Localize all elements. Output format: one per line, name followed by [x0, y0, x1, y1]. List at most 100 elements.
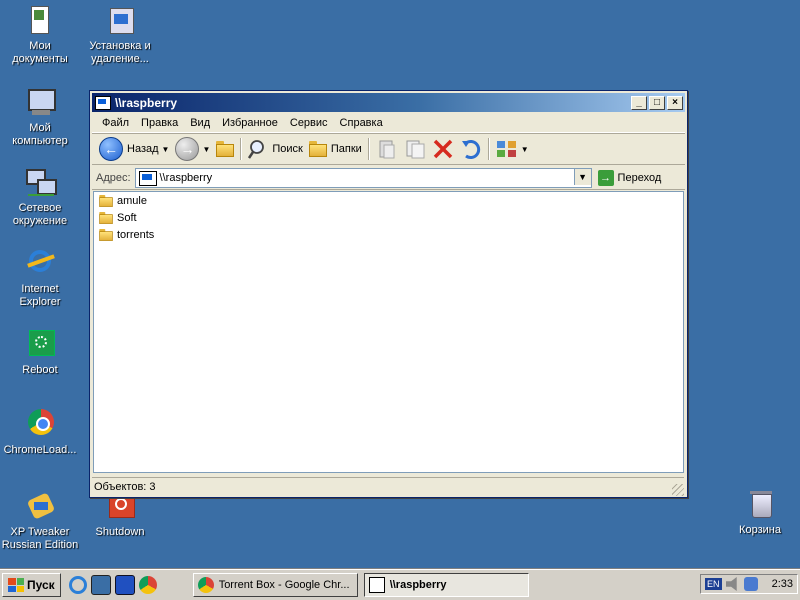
- list-item[interactable]: amule: [94, 192, 683, 209]
- minimize-button[interactable]: _: [631, 95, 647, 110]
- shared-folder-icon: [99, 194, 113, 207]
- up-folder-button[interactable]: [213, 136, 237, 162]
- move-to-button[interactable]: [373, 136, 401, 162]
- menu-bar: Файл Правка Вид Избранное Сервис Справка: [92, 114, 685, 133]
- menu-help[interactable]: Справка: [334, 117, 389, 129]
- folders-button[interactable]: Папки: [306, 136, 365, 162]
- status-bar: Объектов: 3: [92, 477, 684, 496]
- explorer-window: \\raspberry _ □ × Файл Правка Вид Избран…: [89, 90, 688, 498]
- address-bar: Адрес: \\raspberry ▼ → Переход: [92, 167, 685, 190]
- toolbar: ← Назад ▼ → ▼ Поиск Папки ▼: [92, 133, 685, 165]
- undo-button[interactable]: [457, 136, 485, 162]
- add-remove-programs-icon: [104, 4, 136, 36]
- file-list[interactable]: amule Soft torrents: [93, 191, 684, 473]
- network-places-icon: [24, 166, 57, 198]
- desktop-icon-label: Мой компьютер: [12, 122, 68, 147]
- taskbar-task-chrome[interactable]: Torrent Box - Google Chr...: [192, 573, 358, 597]
- delete-icon: [433, 139, 453, 159]
- start-button[interactable]: Пуск: [2, 573, 61, 597]
- window-title: \\raspberry: [115, 95, 178, 110]
- back-button[interactable]: ← Назад ▼: [96, 136, 172, 162]
- xp-tweaker-icon: [24, 490, 56, 522]
- desktop-icon-recycle-bin[interactable]: Корзина: [720, 488, 800, 537]
- views-button[interactable]: ▼: [493, 136, 532, 162]
- go-label: Переход: [617, 172, 662, 184]
- security-shield-icon[interactable]: [743, 577, 758, 591]
- maximize-button[interactable]: □: [649, 95, 665, 110]
- menu-favorites[interactable]: Избранное: [216, 117, 284, 129]
- clock[interactable]: 2:33: [772, 578, 793, 590]
- forward-button[interactable]: → ▼: [172, 136, 213, 162]
- file-name: amule: [117, 194, 147, 207]
- window-titlebar[interactable]: \\raspberry _ □ ×: [92, 93, 685, 112]
- task-label: \\raspberry: [389, 579, 447, 591]
- network-computer-icon: [368, 577, 385, 593]
- menu-edit[interactable]: Правка: [135, 117, 184, 129]
- address-label: Адрес:: [96, 172, 131, 184]
- file-manager-icon[interactable]: [114, 575, 135, 595]
- desktop-icon-label: XP Tweaker Russian Edition: [1, 526, 79, 551]
- back-label: Назад: [127, 143, 159, 155]
- desktop-icon-my-computer[interactable]: Мой компьютер: [0, 86, 80, 148]
- desktop: { "desktop": { "icons": [ {"label": "Мои…: [0, 0, 800, 600]
- go-button[interactable]: → Переход: [597, 170, 662, 186]
- volume-icon[interactable]: [725, 577, 737, 591]
- file-name: Soft: [117, 211, 137, 224]
- desktop-icon-label: Internet Explorer: [19, 283, 61, 308]
- chevron-down-icon[interactable]: ▼: [521, 145, 529, 154]
- desktop-icon-chrome[interactable]: ChromeLoad...: [0, 408, 80, 457]
- chevron-down-icon[interactable]: ▼: [202, 145, 210, 154]
- show-desktop-icon[interactable]: [90, 575, 111, 595]
- address-dropdown-button[interactable]: ▼: [573, 169, 591, 185]
- shared-folder-icon: [99, 228, 113, 241]
- menu-file[interactable]: Файл: [96, 117, 135, 129]
- language-indicator[interactable]: EN: [705, 578, 722, 590]
- system-tray: EN 2:33: [700, 574, 798, 594]
- taskbar: Пуск Torrent Box - Google Chr... \\raspb…: [0, 569, 800, 600]
- desktop-icon-label: Сетевое окружение: [12, 202, 68, 227]
- undo-icon: [461, 140, 480, 159]
- folders-label: Папки: [330, 143, 362, 155]
- list-item[interactable]: Soft: [94, 209, 683, 226]
- toolbar-separator: [487, 138, 490, 160]
- chrome-icon: [24, 408, 56, 440]
- reboot-icon: [24, 328, 56, 360]
- network-computer-icon: [95, 95, 111, 110]
- desktop-icon-label: Shutdown: [95, 526, 145, 538]
- start-label: Пуск: [27, 578, 55, 592]
- recycle-bin-icon: [744, 488, 776, 520]
- toolbar-separator: [240, 138, 243, 160]
- move-to-icon: [379, 140, 395, 159]
- my-computer-icon: [24, 86, 56, 118]
- copy-to-button[interactable]: [401, 136, 429, 162]
- close-button[interactable]: ×: [667, 95, 683, 110]
- desktop-icon-my-documents[interactable]: Мои документы: [0, 4, 80, 66]
- menu-tools[interactable]: Сервис: [284, 117, 334, 129]
- address-value: \\raspberry: [159, 172, 213, 184]
- windows-flag-icon: [8, 578, 24, 592]
- desktop-icon-reboot[interactable]: Reboot: [0, 328, 80, 377]
- desktop-icon-ie[interactable]: Internet Explorer: [0, 247, 80, 309]
- quick-launch: [68, 575, 157, 595]
- resize-grip[interactable]: [672, 484, 684, 496]
- desktop-icon-xp-tweaker[interactable]: XP Tweaker Russian Edition: [0, 490, 80, 552]
- folder-up-icon: [216, 141, 235, 157]
- chrome-icon[interactable]: [138, 576, 157, 594]
- search-icon: [248, 140, 265, 159]
- network-computer-icon: [138, 170, 157, 186]
- views-icon: [496, 141, 516, 157]
- search-button[interactable]: Поиск: [245, 136, 305, 162]
- desktop-icon-network[interactable]: Сетевое окружение: [0, 166, 80, 228]
- menu-view[interactable]: Вид: [184, 117, 216, 129]
- shared-folder-icon: [99, 211, 113, 224]
- chrome-icon: [197, 577, 214, 593]
- copy-to-icon: [406, 140, 425, 159]
- desktop-icon-add-remove[interactable]: Установка и удаление...: [80, 4, 160, 66]
- address-input[interactable]: \\raspberry ▼: [134, 168, 592, 188]
- internet-explorer-icon[interactable]: [68, 576, 87, 594]
- chevron-down-icon[interactable]: ▼: [162, 145, 170, 154]
- forward-arrow-icon: →: [175, 137, 200, 161]
- delete-button[interactable]: [429, 136, 457, 162]
- taskbar-task-explorer[interactable]: \\raspberry: [363, 573, 529, 597]
- list-item[interactable]: torrents: [94, 226, 683, 243]
